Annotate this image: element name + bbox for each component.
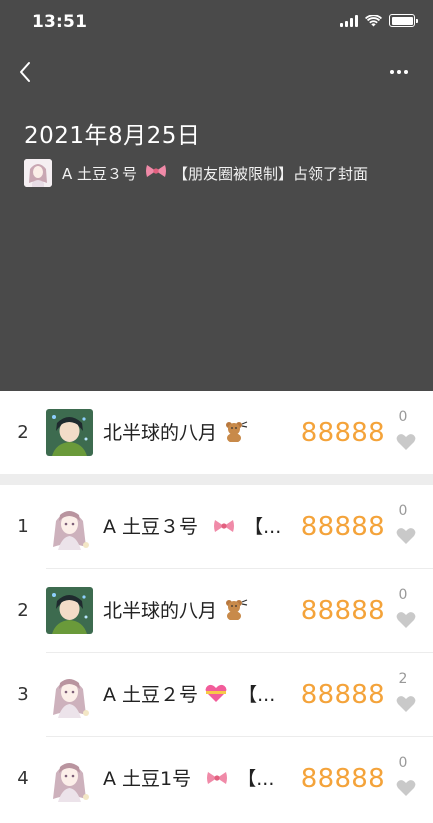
user-name: 北半球的八月	[103, 391, 283, 475]
user-name: A 土豆1号 【...	[103, 768, 275, 790]
battery-icon	[389, 14, 418, 27]
rank-number: 3	[17, 684, 29, 705]
rank-number: 2	[17, 600, 29, 621]
header: 13:51 2021年8月25日 A 土豆３号 【朋友圈被限制】 占领了封面	[0, 0, 433, 391]
nav-bar	[0, 52, 433, 92]
signal-icon	[340, 14, 358, 27]
ranking-row[interactable]: 4 A 土豆1号 【... 88888 0	[0, 737, 433, 823]
more-dot-icon	[397, 70, 401, 74]
ranking-row[interactable]: 2 北半球的八月 88888 0	[0, 569, 433, 653]
avatar[interactable]	[46, 587, 93, 634]
heart-ribbon-icon	[204, 684, 234, 706]
cover-owner-line: A 土豆３号 【朋友圈被限制】 占领了封面	[24, 159, 368, 187]
like-count: 0	[398, 587, 408, 603]
rank-number: 2	[17, 422, 29, 443]
step-count: 88888	[300, 764, 385, 794]
cover-owner-name: A 土豆３号	[62, 164, 138, 183]
bear-icon	[223, 421, 249, 444]
wifi-icon	[365, 14, 382, 27]
avatar[interactable]	[46, 671, 93, 718]
ribbon-icon	[212, 516, 242, 538]
rank-number: 4	[17, 768, 29, 789]
status-icons	[340, 14, 418, 27]
ranking-row[interactable]: 1 A 土豆３号 【... 88888 0	[0, 485, 433, 569]
user-name: A 土豆２号 【...	[103, 684, 276, 706]
heart-icon[interactable]	[396, 433, 416, 451]
like-count: 0	[398, 755, 408, 771]
user-name: A 土豆３号 【...	[103, 516, 282, 538]
back-button[interactable]	[14, 58, 38, 86]
date-title: 2021年8月25日	[24, 123, 201, 149]
step-count: 88888	[300, 512, 385, 542]
avatar[interactable]	[46, 409, 93, 456]
bear-icon	[223, 599, 249, 622]
like-count: 0	[398, 503, 408, 519]
section-divider	[0, 474, 433, 485]
like-count: 0	[398, 409, 408, 425]
heart-icon[interactable]	[396, 527, 416, 545]
avatar[interactable]	[46, 755, 93, 802]
chevron-left-icon	[20, 62, 30, 82]
cover-owner-avatar[interactable]	[24, 159, 52, 187]
avatar[interactable]	[46, 503, 93, 550]
heart-icon[interactable]	[396, 779, 416, 797]
like-count: 2	[398, 671, 408, 687]
step-count: 88888	[300, 418, 385, 448]
status-bar: 13:51	[0, 0, 433, 44]
cover-suffix: 占领了封面	[293, 164, 369, 183]
step-count: 88888	[300, 680, 385, 710]
my-rank-row[interactable]: 2 北半球的八月 88888 0	[0, 391, 433, 474]
cover-owner-tag: 【朋友圈被限制】	[173, 164, 294, 183]
rank-number: 1	[17, 516, 29, 537]
more-button[interactable]	[385, 58, 413, 86]
heart-icon[interactable]	[396, 611, 416, 629]
status-time: 13:51	[32, 12, 88, 32]
step-count: 88888	[300, 596, 385, 626]
ribbon-icon	[145, 163, 167, 183]
heart-icon[interactable]	[396, 695, 416, 713]
user-name: 北半球的八月	[103, 569, 283, 653]
more-dot-icon	[404, 70, 408, 74]
ranking-row[interactable]: 3 A 土豆２号 【... 88888 2	[0, 653, 433, 737]
ribbon-icon	[205, 768, 235, 790]
more-dot-icon	[390, 70, 394, 74]
